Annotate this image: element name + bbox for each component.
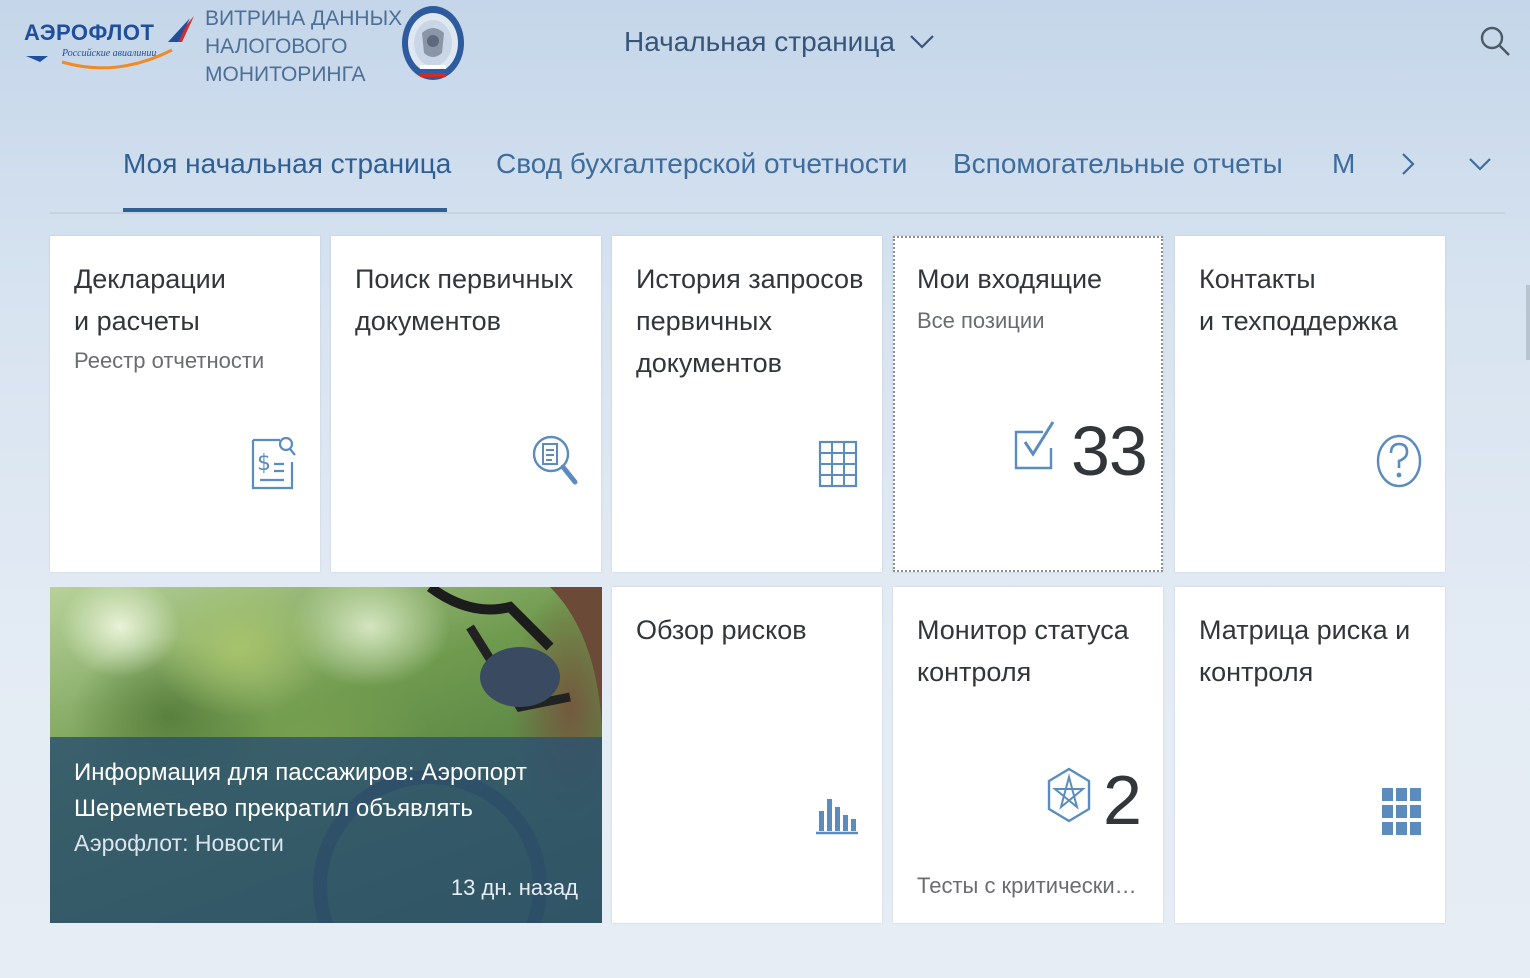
tile-title-line: Поиск первичных <box>355 264 574 294</box>
search-icon[interactable] <box>1478 24 1512 58</box>
news-title: Информация для пассажиров: Аэропорт Шере… <box>74 759 527 822</box>
tile-title-line: контроля <box>917 657 1032 687</box>
page-selector-label: Начальная страница <box>624 26 895 57</box>
tile-title-line: и расчеты <box>74 306 200 336</box>
tile-contacts-support[interactable]: Контакты и техподдержка <box>1175 236 1445 572</box>
tile-title-line: Контакты <box>1199 264 1316 294</box>
brand-name: АЭРОФЛОТ <box>24 20 155 45</box>
chevron-right-icon[interactable] <box>1396 150 1420 178</box>
tile-declarations[interactable]: Декларации и расчеты Реестр отчетности $ <box>50 236 320 572</box>
tax-service-emblem-icon <box>402 6 464 80</box>
tile-subtitle: Все позиции <box>917 308 1045 333</box>
table-grid-icon <box>818 440 858 488</box>
tile-risk-control-matrix[interactable]: Матрица риска и контроля <box>1175 587 1445 923</box>
tile-title: Контакты и техподдержка <box>1199 258 1431 342</box>
tile-control-status-monitor[interactable]: Монитор статуса контроля 2 Тесты с крити… <box>893 587 1163 923</box>
tile-my-inbox[interactable]: Мои входящие Все позиции 33 <box>893 236 1163 572</box>
tile-title-line: Декларации <box>74 264 226 294</box>
svg-text:$: $ <box>257 451 271 476</box>
chevron-down-icon <box>910 35 934 49</box>
tile-risk-overview[interactable]: Обзор рисков <box>612 587 882 923</box>
checkbox-icon <box>1014 421 1055 470</box>
tile-title-line: первичных <box>636 306 772 336</box>
news-source: Аэрофлот: Новости <box>74 830 284 856</box>
tab-bar: Моя начальная страница Свод бухгалтерско… <box>50 138 1505 214</box>
tile-title-line: Матрица риска и <box>1199 615 1411 645</box>
tax-document-icon: $ <box>251 436 296 490</box>
bar-chart-icon <box>816 799 858 835</box>
tile-request-history[interactable]: История запросов первичных документов <box>612 236 882 572</box>
tile-title-line: документов <box>355 306 501 336</box>
tab-accounting-summary[interactable]: Свод бухгалтерской отчетности <box>496 148 907 180</box>
brand-subtitle: Российские авиалинии <box>62 48 157 59</box>
tile-title-line: Обзор рисков <box>636 615 807 645</box>
tile-title: Декларации и расчеты <box>74 258 306 342</box>
app-title-line: налогового <box>205 35 348 58</box>
shell-header: АЭРОФЛОТ Российские авиалинии Витрина да… <box>0 0 1530 100</box>
active-tab-indicator <box>123 208 447 212</box>
chevron-down-icon[interactable] <box>1466 150 1494 178</box>
tile-title-line: Мои входящие <box>917 264 1103 294</box>
aeroflot-logo[interactable]: АЭРОФЛОТ Российские авиалинии <box>22 12 197 74</box>
page-selector[interactable]: Начальная страница <box>624 22 935 62</box>
tile-title-line: документов <box>636 348 782 378</box>
scrollbar-thumb[interactable] <box>1526 285 1530 360</box>
tile-title: История запросов первичных документов <box>636 258 868 384</box>
help-icon <box>1376 434 1422 488</box>
tab-my-home[interactable]: Моя начальная страница <box>123 148 451 180</box>
tile-title: Мои входящие <box>917 258 1149 300</box>
document-search-icon <box>532 435 578 485</box>
tile-title: Обзор рисков <box>636 609 868 651</box>
tile-footer: Тесты с критически… <box>917 873 1137 898</box>
tile-subtitle: Реестр отчетности <box>74 348 265 373</box>
news-tile[interactable]: Информация для пассажиров: Аэропорт Шере… <box>50 587 602 923</box>
tab-auxiliary-reports[interactable]: Вспомогательные отчеты <box>953 148 1283 180</box>
control-status-count: 2 <box>1103 761 1142 839</box>
news-time: 13 дн. назад <box>450 875 578 900</box>
tile-title-line: контроля <box>1199 657 1314 687</box>
app-title-line: Витрина данных <box>205 7 403 30</box>
tab-overflow-partial[interactable]: М <box>1332 148 1355 180</box>
inbox-count: 33 <box>1071 412 1148 490</box>
tile-primary-docs-search[interactable]: Поиск первичных документов <box>331 236 601 572</box>
tile-title: Монитор статуса контроля <box>917 609 1149 693</box>
tile-title-line: История запросов <box>636 264 864 294</box>
tab-bar-divider <box>50 212 1505 214</box>
pentagram-icon <box>1047 767 1091 823</box>
grid-9-icon <box>1382 788 1421 835</box>
tile-title-line: Монитор статуса <box>917 615 1129 645</box>
app-title: Витрина данных налогового мониторинга <box>205 5 405 89</box>
app-title-line: мониторинга <box>205 63 366 86</box>
tile-title-line: и техподдержка <box>1199 306 1398 336</box>
tile-title: Поиск первичных документов <box>355 258 587 342</box>
tile-title: Матрица риска и контроля <box>1199 609 1431 693</box>
